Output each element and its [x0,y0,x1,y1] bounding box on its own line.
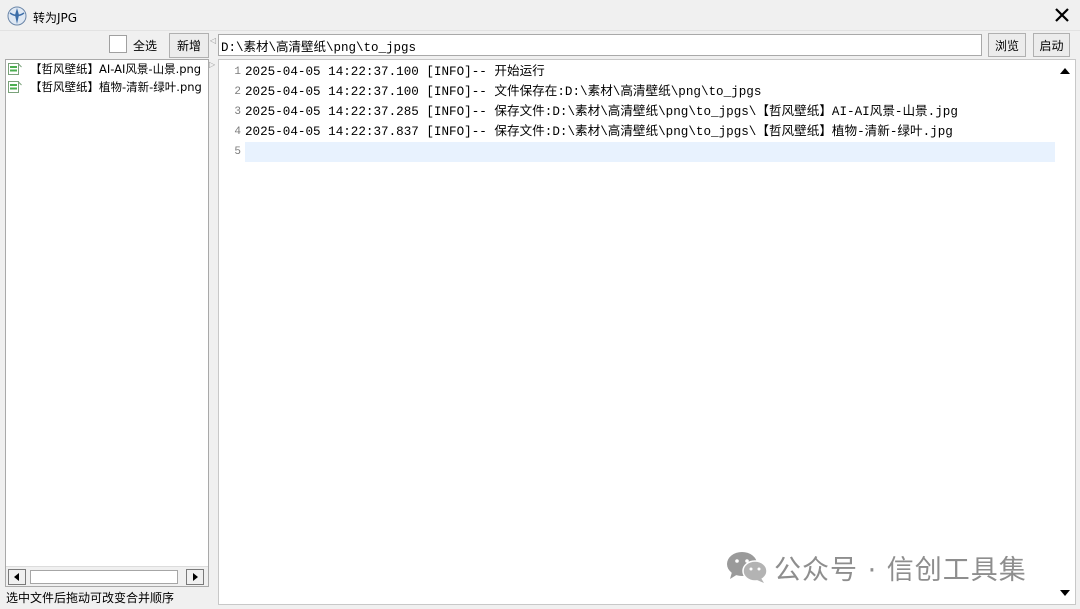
window-title: 转为JPG [33,11,78,25]
log-text: 2025-04-05 14:22:37.100 [INFO]-- 开始运行 [245,65,545,79]
watermark: 公众号 · 信创工具集 [726,547,1027,587]
output-path-input[interactable] [218,34,982,56]
arrow-right-icon [193,573,198,581]
start-button[interactable]: 启动 [1033,33,1070,57]
close-icon [1055,8,1069,22]
browse-button[interactable]: 浏览 [988,33,1026,57]
line-number: 4 [234,126,241,138]
image-file-icon [8,81,22,93]
select-all-label[interactable]: 全选 [133,37,157,54]
log-line: 4 2025-04-05 14:22:37.837 [INFO]-- 保存文件:… [219,122,1055,142]
select-all-checkbox[interactable] [109,35,127,53]
line-number: 2 [234,86,241,98]
log-line: 2 2025-04-05 14:22:37.100 [INFO]-- 文件保存在… [219,82,1055,102]
scroll-down-button[interactable] [1057,585,1073,601]
status-hint: 选中文件后拖动可改变合并顺序 [6,591,175,605]
scroll-thumb[interactable] [30,570,178,584]
horizontal-scrollbar[interactable] [6,566,208,586]
log-line: 1 2025-04-05 14:22:37.100 [INFO]-- 开始运行 [219,62,1055,82]
splitter-right-arrow-icon[interactable]: ▷ [209,60,215,70]
list-item[interactable]: 【哲风壁纸】植物-清新-绿叶.png [6,78,208,96]
log-text: 2025-04-05 14:22:37.100 [INFO]-- 文件保存在:D… [245,85,762,99]
scroll-right-button[interactable] [186,569,204,585]
line-number: 3 [234,106,241,118]
line-number: 1 [234,66,241,78]
log-line: 3 2025-04-05 14:22:37.285 [INFO]-- 保存文件:… [219,102,1055,122]
log-text: 2025-04-05 14:22:37.285 [INFO]-- 保存文件:D:… [245,105,958,119]
file-panel: 全选 新增 【哲风壁纸】AI-AI风景-山景.png 【哲风壁纸】植物-清新-绿… [5,31,209,587]
line-number: 5 [234,146,241,158]
log-editor[interactable]: 1 2025-04-05 14:22:37.100 [INFO]-- 开始运行 … [218,59,1076,605]
vertical-scrollbar[interactable] [1055,60,1075,604]
scroll-up-button[interactable] [1057,63,1073,79]
log-line: 5 [219,142,1055,162]
list-item[interactable]: 【哲风壁纸】AI-AI风景-山景.png [6,60,208,78]
file-name: 【哲风壁纸】植物-清新-绿叶.png [30,80,202,94]
arrow-down-icon [1060,590,1070,596]
image-file-icon [8,63,22,75]
arrow-left-icon [14,573,19,581]
app-emblem-icon [7,6,27,26]
close-button[interactable] [1050,3,1074,27]
scroll-left-button[interactable] [8,569,26,585]
file-name: 【哲风壁纸】AI-AI风景-山景.png [30,62,202,76]
splitter-left-arrow-icon[interactable]: ◁ [210,36,216,46]
add-file-button[interactable]: 新增 [169,33,209,58]
file-panel-toolbar: 全选 新增 [5,31,209,58]
file-list[interactable]: 【哲风壁纸】AI-AI风景-山景.png 【哲风壁纸】植物-清新-绿叶.png [5,59,209,587]
arrow-up-icon [1060,68,1070,74]
wechat-logo-icon [727,552,768,583]
log-text: 2025-04-05 14:22:37.837 [INFO]-- 保存文件:D:… [245,125,953,139]
title-bar: 转为JPG [0,0,1080,31]
watermark-text: 公众号 · 信创工具集 [774,554,1027,586]
